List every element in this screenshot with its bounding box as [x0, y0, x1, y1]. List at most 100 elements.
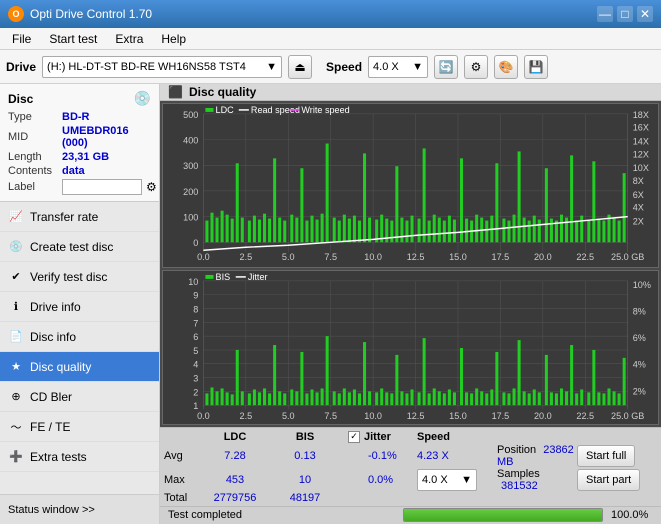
- svg-text:0: 0: [193, 238, 198, 248]
- svg-text:1: 1: [193, 401, 198, 411]
- avg-jitter: -0.1%: [340, 450, 417, 462]
- disc-label-icon[interactable]: ⚙: [146, 180, 157, 194]
- status-text: Test completed: [168, 509, 395, 521]
- progress-bar-fill: [404, 509, 602, 521]
- sidebar-item-extra-tests[interactable]: ➕ Extra tests: [0, 442, 159, 472]
- sidebar-item-disc-info[interactable]: 📄 Disc info: [0, 322, 159, 352]
- status-window-label: Status window >>: [8, 504, 95, 516]
- stats-header-row: LDC BIS ✓ Jitter Speed: [164, 430, 657, 444]
- status-window-button[interactable]: Status window >>: [0, 494, 159, 524]
- settings-button[interactable]: ⚙: [464, 55, 488, 79]
- menu-help[interactable]: Help: [153, 30, 194, 48]
- svg-text:25.0 GB: 25.0 GB: [611, 411, 644, 421]
- sidebar-item-fe-te[interactable]: 〜 FE / TE: [0, 412, 159, 442]
- menu-start-test[interactable]: Start test: [41, 30, 105, 48]
- stats-total-row: Total 2779756 48197: [164, 492, 657, 504]
- disc-panel-icon[interactable]: 💿: [134, 90, 151, 107]
- stats-panel: LDC BIS ✓ Jitter Speed Avg 7.28 0.13 -0.…: [160, 427, 661, 506]
- title-bar-left: O Opti Drive Control 1.70: [8, 6, 152, 22]
- svg-text:5.0: 5.0: [282, 411, 295, 421]
- bis-chart: 10 9 8 7 6 5 4 3 2 1 10% 8% 6% 4% 2%: [162, 270, 659, 425]
- total-ldc: 2779756: [200, 492, 270, 504]
- svg-text:22.5: 22.5: [576, 411, 594, 421]
- disc-info-icon: 📄: [8, 329, 24, 345]
- svg-text:4X: 4X: [633, 203, 644, 213]
- svg-text:10.0: 10.0: [364, 411, 382, 421]
- svg-text:200: 200: [183, 187, 198, 197]
- speed-selector-stats[interactable]: 4.0 X ▼: [417, 469, 477, 491]
- svg-text:500: 500: [183, 110, 198, 120]
- cd-bler-label: CD Bler: [30, 390, 72, 404]
- disc-label-key: Label: [8, 181, 58, 193]
- app-status-bar: Test completed 100.0%: [160, 506, 661, 524]
- avg-label: Avg: [164, 450, 200, 462]
- save-button[interactable]: 💾: [524, 55, 548, 79]
- svg-text:2.5: 2.5: [240, 252, 253, 262]
- sidebar-item-cd-bler[interactable]: ⊕ CD Bler: [0, 382, 159, 412]
- max-jitter: 0.0%: [340, 474, 417, 486]
- sidebar-item-drive-info[interactable]: ℹ Drive info: [0, 292, 159, 322]
- start-full-button[interactable]: Start full: [577, 445, 635, 467]
- menu-extra[interactable]: Extra: [107, 30, 151, 48]
- svg-text:8%: 8%: [633, 306, 646, 316]
- svg-text:12.5: 12.5: [407, 411, 425, 421]
- sidebar-item-create-test-disc[interactable]: 💿 Create test disc: [0, 232, 159, 262]
- start-part-area: Start part: [577, 469, 657, 491]
- disc-length-value: 23,31 GB: [62, 151, 109, 163]
- speed-selector[interactable]: 4.0 X ▼: [368, 56, 428, 78]
- svg-text:10.0: 10.0: [364, 252, 382, 262]
- svg-text:14X: 14X: [633, 136, 649, 146]
- jitter-checkbox[interactable]: ✓: [348, 431, 360, 443]
- svg-text:15.0: 15.0: [449, 411, 467, 421]
- main-area: Disc 💿 Type BD-R MID UMEBDR016 (000) Len…: [0, 84, 661, 524]
- color-button[interactable]: 🎨: [494, 55, 518, 79]
- svg-text:8X: 8X: [633, 176, 644, 186]
- disc-panel-title: Disc: [8, 92, 33, 106]
- fe-te-label: FE / TE: [30, 420, 70, 434]
- position-label: Position 23862 MB: [497, 444, 577, 468]
- start-part-button[interactable]: Start part: [577, 469, 640, 491]
- speed-label: Speed: [326, 60, 362, 74]
- ldc-header: LDC: [200, 431, 270, 443]
- disc-contents-value: data: [62, 165, 85, 177]
- svg-text:6: 6: [193, 332, 198, 342]
- eject-button[interactable]: ⏏: [288, 55, 312, 79]
- svg-text:10: 10: [188, 277, 198, 287]
- disc-info-label: Disc info: [30, 330, 76, 344]
- stats-max-row: Max 453 10 0.0% 4.0 X ▼ Samples 381532 S…: [164, 468, 657, 492]
- ldc-chart: 500 400 300 200 100 0 18X 16X 14X 12X 10…: [162, 103, 659, 268]
- svg-text:5: 5: [193, 346, 198, 356]
- max-bis: 10: [270, 474, 340, 486]
- svg-text:0.0: 0.0: [197, 411, 210, 421]
- total-label: Total: [164, 492, 200, 504]
- menu-bar: File Start test Extra Help: [0, 28, 661, 50]
- sidebar-item-verify-test-disc[interactable]: ✔ Verify test disc: [0, 262, 159, 292]
- minimize-button[interactable]: —: [597, 6, 613, 22]
- svg-text:0.0: 0.0: [197, 252, 210, 262]
- create-test-disc-label: Create test disc: [30, 240, 113, 254]
- stats-avg-row: Avg 7.28 0.13 -0.1% 4.23 X Position 2386…: [164, 444, 657, 468]
- create-test-disc-icon: 💿: [8, 239, 24, 255]
- disc-length-label: Length: [8, 151, 58, 163]
- cd-bler-icon: ⊕: [8, 389, 24, 405]
- menu-file[interactable]: File: [4, 30, 39, 48]
- svg-text:15.0: 15.0: [449, 252, 467, 262]
- start-full-area: Start full: [577, 445, 657, 467]
- speed-header: Speed: [417, 431, 497, 443]
- svg-text:9: 9: [193, 290, 198, 300]
- disc-label-input[interactable]: [62, 179, 142, 195]
- sidebar-item-transfer-rate[interactable]: 📈 Transfer rate: [0, 202, 159, 232]
- speed-select-row[interactable]: 4.0 X ▼: [417, 469, 497, 491]
- refresh-button[interactable]: 🔄: [434, 55, 458, 79]
- svg-text:10X: 10X: [633, 163, 649, 173]
- close-button[interactable]: ✕: [637, 6, 653, 22]
- sidebar-item-disc-quality[interactable]: ★ Disc quality: [0, 352, 159, 382]
- maximize-button[interactable]: □: [617, 6, 633, 22]
- nav-items: 📈 Transfer rate 💿 Create test disc ✔ Ver…: [0, 202, 159, 494]
- svg-text:2%: 2%: [633, 386, 646, 396]
- bis-header: BIS: [270, 431, 340, 443]
- jitter-header-area: ✓ Jitter: [340, 431, 417, 443]
- svg-text:Jitter: Jitter: [248, 272, 268, 282]
- drive-selector[interactable]: (H:) HL-DT-ST BD-RE WH16NS58 TST4 ▼: [42, 56, 282, 78]
- disc-quality-label: Disc quality: [30, 360, 91, 374]
